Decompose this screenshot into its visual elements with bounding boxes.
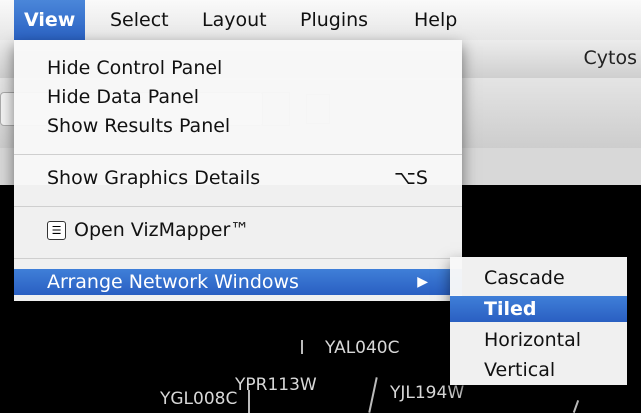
submenu-item-cascade[interactable]: Cascade	[450, 265, 627, 291]
submenu-item-label: Horizontal	[484, 329, 582, 351]
menu-item-label: Show Graphics Details	[47, 167, 261, 189]
arrange-network-windows-submenu: Cascade Tiled Horizontal Vertical	[450, 257, 627, 385]
network-node-label[interactable]: YPR113W	[235, 375, 317, 395]
menu-item-hide-control-panel[interactable]: Hide Control Panel	[14, 55, 462, 81]
menu-separator	[14, 206, 462, 207]
submenu-item-horizontal[interactable]: Horizontal	[450, 327, 627, 353]
menu-item-label: Show Results Panel	[47, 115, 231, 137]
menu-item-label: Arrange Network Windows	[47, 271, 299, 293]
menu-item-show-graphics-details[interactable]: Show Graphics Details ⌥S	[14, 165, 462, 191]
network-edge	[368, 377, 378, 413]
network-node-label[interactable]: YGL008C	[160, 389, 237, 409]
menu-item-label: Open VizMapper™	[74, 219, 250, 241]
submenu-arrow-icon: ▶	[417, 274, 428, 290]
menu-item-show-results-panel[interactable]: Show Results Panel	[14, 113, 462, 139]
submenu-item-label: Vertical	[484, 359, 556, 381]
network-edge	[301, 340, 303, 354]
shortcut-label: ⌥S	[394, 167, 428, 189]
menu-separator	[14, 258, 462, 259]
menu-help[interactable]: Help	[404, 0, 467, 40]
menu-plugins[interactable]: Plugins	[290, 0, 378, 40]
menu-select[interactable]: Select	[100, 0, 179, 40]
submenu-item-label: Tiled	[484, 298, 537, 320]
menu-item-label: Hide Data Panel	[47, 86, 200, 108]
submenu-item-vertical[interactable]: Vertical	[450, 357, 627, 383]
submenu-item-label: Cascade	[484, 267, 565, 289]
menu-item-open-vizmapper[interactable]: ☰ Open VizMapper™	[14, 217, 462, 243]
menu-bar: View Select Layout Plugins Help	[0, 0, 641, 41]
menu-layout[interactable]: Layout	[192, 0, 277, 40]
menu-separator	[14, 154, 462, 155]
menu-item-arrange-network-windows[interactable]: Arrange Network Windows ▶	[14, 269, 462, 295]
menu-view[interactable]: View	[14, 0, 86, 40]
menu-item-hide-data-panel[interactable]: Hide Data Panel	[14, 84, 462, 110]
network-node-label[interactable]: YAL040C	[325, 338, 399, 358]
vizmapper-icon: ☰	[47, 221, 66, 240]
menu-item-label: Hide Control Panel	[47, 57, 223, 79]
submenu-item-tiled[interactable]: Tiled	[450, 296, 627, 322]
network-edge	[572, 400, 580, 413]
view-menu: Hide Control Panel Hide Data Panel Show …	[14, 40, 462, 301]
window-title: Cytos	[583, 47, 637, 69]
network-node-label[interactable]: YJL194W	[390, 383, 464, 403]
